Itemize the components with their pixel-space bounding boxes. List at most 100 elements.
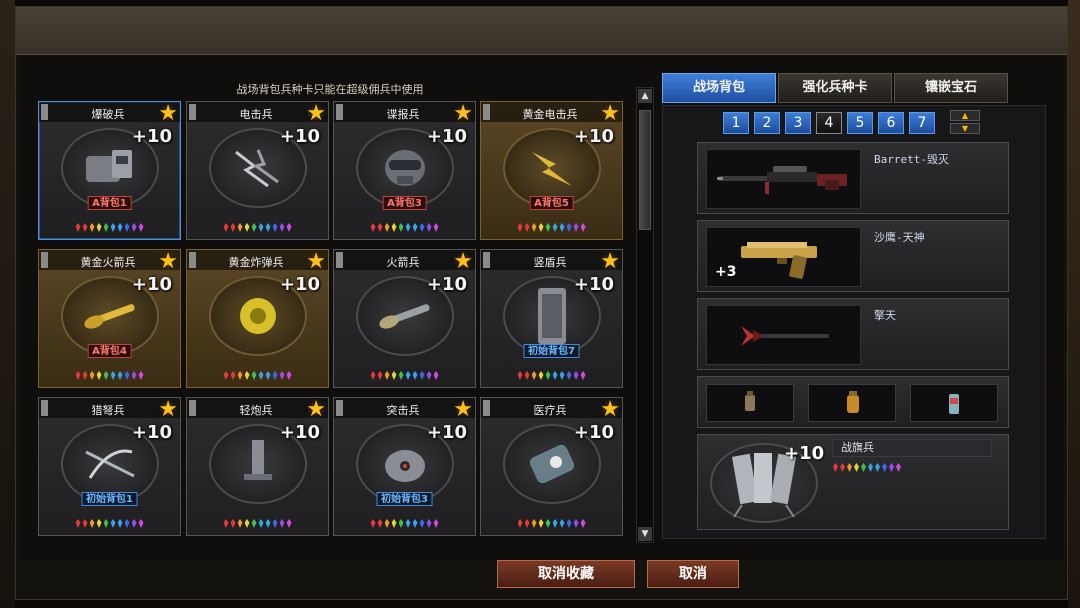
golden-lightning-icon — [522, 146, 582, 190]
shield-icon — [522, 288, 582, 344]
favorite-star-icon[interactable]: ★ — [306, 399, 326, 421]
favorite-star-icon[interactable]: ★ — [158, 399, 178, 421]
gem-icon — [124, 519, 130, 528]
gem-icon — [223, 519, 229, 528]
favorite-star-icon[interactable]: ★ — [600, 399, 620, 421]
page-down-arrow-icon[interactable]: ▼ — [950, 123, 980, 134]
role-card[interactable]: 猎弩兵 ★ +10 初始背包1 — [38, 397, 181, 536]
gem-icon — [377, 223, 383, 232]
favorite-star-icon[interactable]: ★ — [453, 399, 473, 421]
gem-icon — [517, 223, 523, 232]
role-card[interactable]: 突击兵 ★ +10 初始背包3 — [333, 397, 476, 536]
scroll-up-button[interactable]: ▲ — [638, 89, 652, 103]
gem-icon — [398, 223, 404, 232]
page-up-arrow-icon[interactable]: ▲ — [950, 110, 980, 121]
tab-inlay-gem[interactable]: 镶嵌宝石 — [894, 73, 1008, 103]
role-card[interactable]: 黄金火箭兵 ★ +10 A背包4 — [38, 249, 181, 388]
background-left — [0, 0, 15, 608]
role-card[interactable]: 电击兵 ★ +10 — [186, 101, 329, 240]
gem-icon — [89, 519, 95, 528]
primary-weapon-slot[interactable]: Barrett-毁灭 — [697, 142, 1009, 214]
title-bar — [16, 7, 1067, 55]
gem-icon — [258, 371, 264, 380]
page-arrows: ▲ ▼ — [950, 110, 980, 136]
card-handle — [336, 252, 343, 268]
favorite-star-icon[interactable]: ★ — [600, 251, 620, 273]
gem-icon — [75, 519, 81, 528]
secondary-weapon-name: 沙鹰-天神 — [874, 231, 925, 244]
grenade-slot-2[interactable] — [808, 384, 896, 422]
role-card[interactable]: 医疗兵 ★ +10 — [480, 397, 623, 536]
favorite-star-icon[interactable]: ★ — [600, 103, 620, 125]
role-card[interactable]: 爆破兵 ★ +10 A背包1 — [38, 101, 181, 240]
gem-icon — [433, 519, 439, 528]
page-button[interactable]: 4 — [816, 112, 842, 134]
gem-icon — [89, 371, 95, 380]
secondary-weapon-slot[interactable]: +3 沙鹰-天神 — [697, 220, 1009, 292]
card-gems — [187, 519, 328, 531]
gem-icon — [384, 223, 390, 232]
role-card[interactable]: 谍报兵 ★ +10 A背包3 — [333, 101, 476, 240]
grenade-slot-3[interactable] — [910, 384, 998, 422]
page-button[interactable]: 5 — [847, 112, 873, 134]
favorite-star-icon[interactable]: ★ — [306, 251, 326, 273]
gem-icon — [230, 371, 236, 380]
scroll-thumb[interactable] — [639, 110, 651, 230]
page-button[interactable]: 2 — [754, 112, 780, 134]
role-card[interactable]: 火箭兵 ★ +10 — [333, 249, 476, 388]
role-card[interactable]: 轻炮兵 ★ +10 — [186, 397, 329, 536]
card-gems — [39, 223, 180, 235]
favorite-star-icon[interactable]: ★ — [158, 103, 178, 125]
card-scrollbar[interactable]: ▲ ▼ — [636, 87, 654, 543]
gem-icon — [377, 519, 383, 528]
card-gems — [334, 371, 475, 383]
gem-icon — [370, 371, 376, 380]
gem-icon — [82, 223, 88, 232]
role-card[interactable]: 黄金电击兵 ★ +10 A背包5 — [480, 101, 623, 240]
card-name: 突击兵 — [386, 404, 420, 417]
role-card-level: +10 — [784, 443, 825, 464]
favorite-star-icon[interactable]: ★ — [158, 251, 178, 273]
gem-icon — [251, 371, 257, 380]
card-name: 火箭兵 — [386, 256, 420, 269]
gem-icon — [230, 223, 236, 232]
throwables-slot — [697, 376, 1009, 428]
page-button[interactable]: 1 — [723, 112, 749, 134]
role-card[interactable]: 竖盾兵 ★ +10 初始背包7 — [480, 249, 623, 388]
gem-icon — [286, 519, 292, 528]
gem-icon — [531, 223, 537, 232]
favorite-star-icon[interactable]: ★ — [453, 251, 473, 273]
role-card-slot[interactable]: +10 战旗兵 — [697, 434, 1009, 530]
gem-icon — [370, 519, 376, 528]
tab-battle-backpack[interactable]: 战场背包 — [662, 73, 776, 103]
card-name: 轻炮兵 — [239, 404, 273, 417]
gem-icon — [391, 371, 397, 380]
melee-weapon-slot[interactable]: 擎天 — [697, 298, 1009, 370]
cancel-button[interactable]: 取消 — [647, 560, 739, 588]
page-button[interactable]: 6 — [878, 112, 904, 134]
favorite-star-icon[interactable]: ★ — [306, 103, 326, 125]
gem-icon — [531, 371, 537, 380]
role-card[interactable]: 黄金炸弹兵 ★ +10 — [186, 249, 329, 388]
unfavorite-button[interactable]: 取消收藏 — [497, 560, 635, 588]
gem-icon — [398, 519, 404, 528]
secondary-weapon-level: +3 — [715, 264, 737, 280]
gem-icon — [896, 463, 901, 472]
page-button[interactable]: 3 — [785, 112, 811, 134]
gem-icon — [96, 519, 102, 528]
card-level: +10 — [573, 422, 614, 443]
card-gems — [334, 519, 475, 531]
card-handle — [189, 104, 196, 120]
card-level: +10 — [279, 422, 320, 443]
grenade-slot-1[interactable] — [706, 384, 794, 422]
gem-icon — [384, 371, 390, 380]
scroll-down-button[interactable]: ▼ — [638, 527, 652, 541]
card-header: 突击兵 ★ — [334, 398, 475, 421]
page-button[interactable]: 7 — [909, 112, 935, 134]
tab-enhance-card[interactable]: 强化兵种卡 — [778, 73, 892, 103]
favorite-star-icon[interactable]: ★ — [453, 103, 473, 125]
gem-icon — [124, 371, 130, 380]
gem-icon — [566, 519, 572, 528]
gem-icon — [377, 371, 383, 380]
gem-icon — [412, 371, 418, 380]
